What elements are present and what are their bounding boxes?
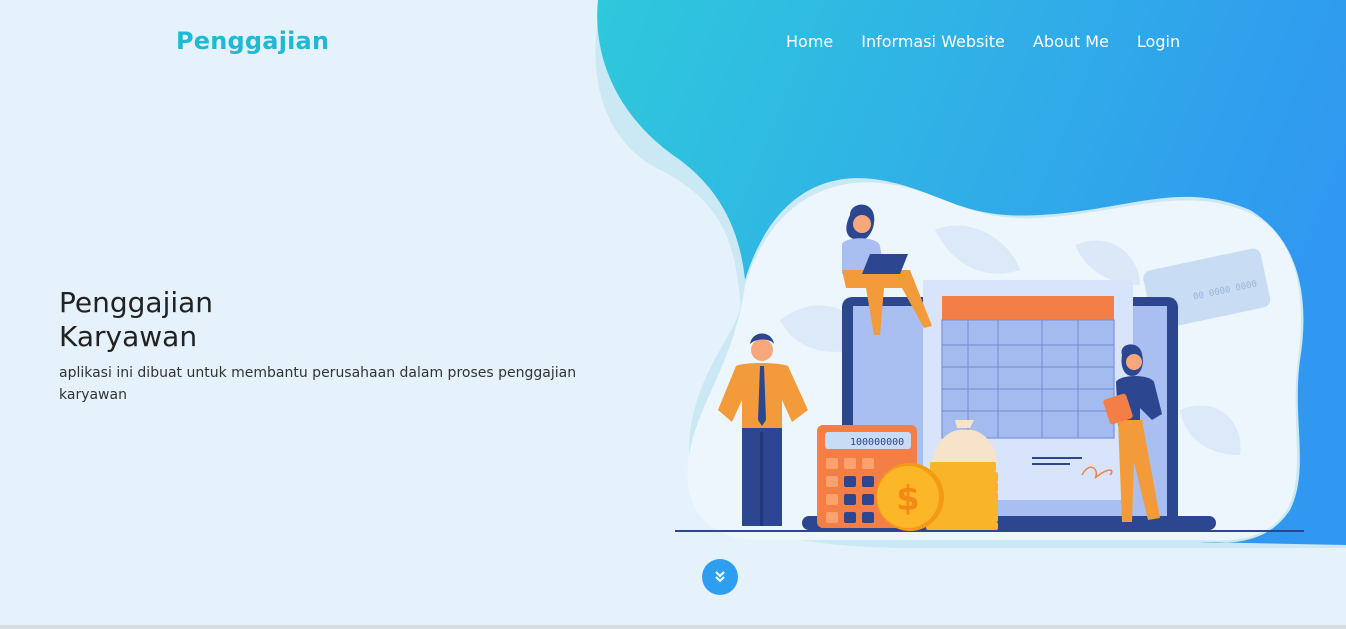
svg-text:$: $ [896, 479, 920, 519]
scroll-down-button[interactable] [702, 559, 738, 595]
page-bottom-border [0, 625, 1346, 629]
nav-home[interactable]: Home [786, 32, 833, 51]
hero-description: aplikasi ini dibuat untuk membantu perus… [59, 365, 577, 403]
brand-logo[interactable]: Penggajian [176, 27, 329, 55]
man-figure [718, 333, 808, 526]
hero-title: Penggajian Karyawan [59, 286, 359, 354]
nav-informasi-website[interactable]: Informasi Website [861, 32, 1005, 51]
coin-dollar-icon: $ [876, 463, 944, 531]
nav-login[interactable]: Login [1137, 32, 1180, 51]
main-nav: Home Informasi Website About Me Login [786, 32, 1180, 51]
payroll-illustration: 00 0000 0000 100000000 $ [675, 204, 1304, 532]
hero-title-line2: Karyawan [59, 320, 198, 353]
nav-about-me[interactable]: About Me [1033, 32, 1109, 51]
svg-text:100000000: 100000000 [850, 437, 904, 448]
hero-title-line1: Penggajian [59, 286, 214, 319]
laptop-icon [862, 254, 908, 274]
double-chevron-down-icon [715, 571, 725, 583]
